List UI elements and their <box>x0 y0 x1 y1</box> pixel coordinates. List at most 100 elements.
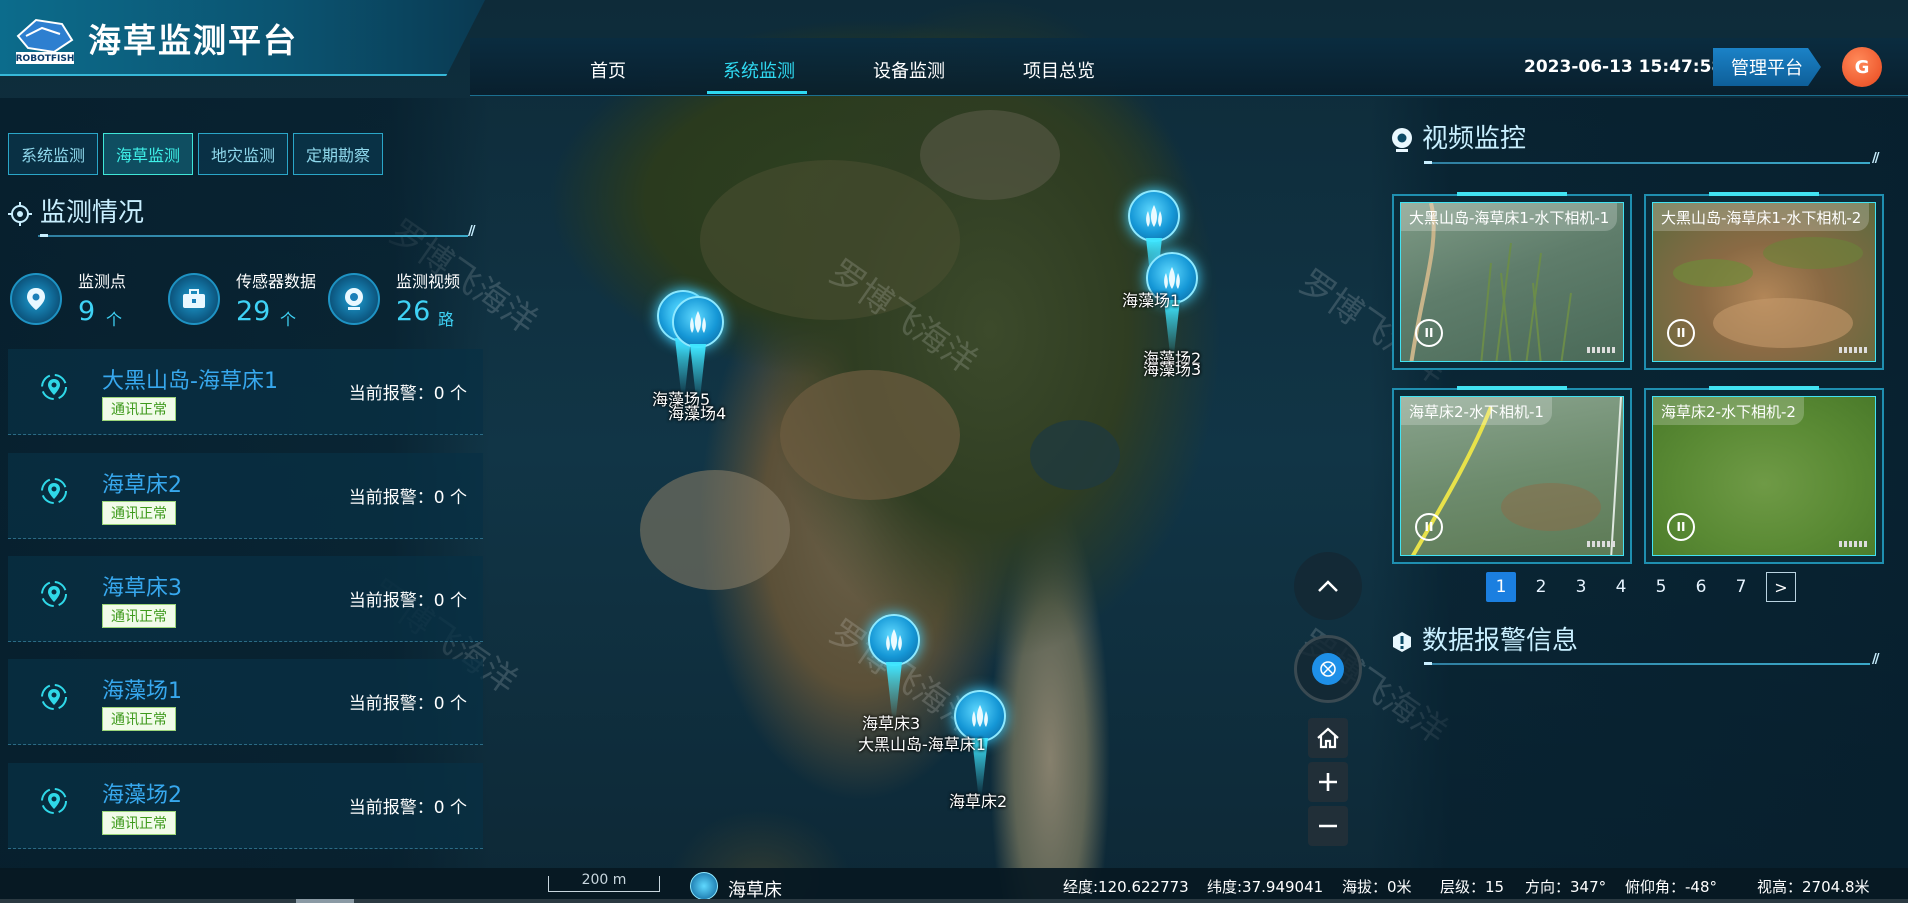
page-button-7[interactable]: 7 <box>1726 572 1756 602</box>
map-terrain <box>920 110 1060 200</box>
nav-project-overview[interactable]: 项目总览 <box>1023 57 1095 83</box>
card-tab-decor <box>1457 386 1567 390</box>
page-button-2[interactable]: 2 <box>1526 572 1556 602</box>
video-timeline <box>1839 347 1869 353</box>
site-alarm-count: 当前报警：0 个 <box>348 694 467 714</box>
admin-platform-button[interactable]: 管理平台 <box>1713 48 1821 86</box>
location-target-icon <box>41 581 67 607</box>
zoom-in-button[interactable] <box>1308 762 1348 802</box>
status-badge: 通讯正常 <box>102 811 176 835</box>
site-name: 海草床3 <box>102 576 182 601</box>
tab-system-monitor[interactable]: 系统监测 <box>8 133 98 175</box>
page-button-6[interactable]: 6 <box>1686 572 1716 602</box>
compass-button[interactable] <box>1294 635 1362 703</box>
card-tab-decor <box>1709 386 1819 390</box>
section-slash-decor: // <box>1872 151 1879 166</box>
location-pin-icon <box>10 273 62 325</box>
video-frame: 大黑山岛-海草床1-水下相机-2 II <box>1652 202 1876 362</box>
pitch-readout: 俯仰角：-48° <box>1625 878 1717 896</box>
section-dot <box>1424 161 1432 164</box>
home-button[interactable] <box>1308 718 1348 758</box>
site-row-seaweed-1[interactable]: 海藻场1 通讯正常 当前报警：0 个 <box>8 659 483 745</box>
site-row-seaweed-2[interactable]: 海藻场2 通讯正常 当前报警：0 个 <box>8 763 483 849</box>
nav-active-indicator <box>707 91 807 94</box>
longitude-readout: 经度:120.622773 <box>1063 878 1189 896</box>
video-timeline <box>1839 541 1869 547</box>
nav-device-monitor[interactable]: 设备监测 <box>873 57 945 83</box>
zoom-out-button[interactable] <box>1308 806 1348 846</box>
seaweed-icon <box>672 296 724 348</box>
stat-label: 传感器数据 <box>236 272 317 291</box>
camera-icon <box>1392 128 1412 152</box>
status-badge: 通讯正常 <box>102 707 176 731</box>
section-divider <box>1424 663 1870 665</box>
section-divider <box>38 235 468 237</box>
stat-label: 监测视频 <box>396 272 461 291</box>
video-card[interactable]: 海草床2-水下相机-2 II <box>1644 386 1884 564</box>
site-name: 大黑山岛-海草床1 <box>102 369 278 394</box>
scale-label: 200 m <box>581 872 627 888</box>
nav-home[interactable]: 首页 <box>590 57 626 83</box>
site-alarm-count: 当前报警：0 个 <box>348 591 467 611</box>
card-tab-decor <box>1709 192 1819 196</box>
page-button-1[interactable]: 1 <box>1486 572 1516 602</box>
section-dot <box>1424 662 1432 665</box>
site-alarm-count: 当前报警：0 个 <box>348 798 467 818</box>
horizontal-scrollbar[interactable] <box>0 899 1908 903</box>
scrollbar-thumb[interactable] <box>296 899 354 903</box>
tilt-up-button[interactable] <box>1294 552 1362 620</box>
robotfish-logo: ROBOTFISH <box>14 14 76 64</box>
tab-periodic-survey[interactable]: 定期勘察 <box>293 133 383 175</box>
tab-seagrass-monitor[interactable]: 海草监测 <box>103 133 193 175</box>
camera-icon <box>328 273 380 325</box>
section-title-monitor-status: 监测情况 <box>40 198 145 228</box>
level-readout: 层级：15 <box>1440 878 1505 896</box>
page-button-3[interactable]: 3 <box>1566 572 1596 602</box>
page-button-4[interactable]: 4 <box>1606 572 1636 602</box>
tab-geohazard-monitor[interactable]: 地灾监测 <box>198 133 288 175</box>
map-label: 海草床2 <box>949 792 1008 811</box>
alert-icon <box>1393 632 1411 652</box>
map-label: 海藻场4 <box>668 404 727 423</box>
seaweed-icon <box>868 614 920 666</box>
minus-icon <box>1319 824 1337 828</box>
site-name: 海草床2 <box>102 473 182 498</box>
section-slash-decor: // <box>468 224 475 239</box>
site-row-seagrass-2[interactable]: 海草床2 通讯正常 当前报警：0 个 <box>8 453 483 539</box>
location-target-icon <box>41 788 67 814</box>
map-terrain <box>640 470 790 590</box>
home-icon <box>1317 727 1339 749</box>
video-card[interactable]: 大黑山岛-海草床1-水下相机-2 II <box>1644 192 1884 370</box>
section-title-data-alarm: 数据报警信息 <box>1422 626 1579 656</box>
page-button-5[interactable]: 5 <box>1646 572 1676 602</box>
site-name: 海藻场2 <box>102 783 182 808</box>
site-alarm-count: 当前报警：0 个 <box>348 488 467 508</box>
nav-system-monitor[interactable]: 系统监测 <box>723 57 795 83</box>
toolbox-icon <box>168 273 220 325</box>
pause-icon[interactable]: II <box>1415 319 1443 347</box>
datetime-display: 2023-06-13 15:47:58 <box>1524 57 1724 77</box>
card-tab-decor <box>1457 192 1567 196</box>
map-label: 海藻场1 <box>1122 291 1181 310</box>
section-divider <box>1424 162 1870 164</box>
video-caption: 海草床2-水下相机-2 <box>1653 397 1804 425</box>
altitude-readout: 海拔：0米 <box>1342 878 1412 896</box>
chevron-up-icon <box>1318 580 1338 592</box>
map-label: 大黑山岛-海草床1 <box>858 735 986 754</box>
video-caption: 大黑山岛-海草床1-水下相机-1 <box>1401 203 1618 231</box>
location-target-icon <box>41 374 67 400</box>
map-marker-seagrass-3[interactable] <box>868 614 920 724</box>
site-row-seagrass-3[interactable]: 海草床3 通讯正常 当前报警：0 个 <box>8 556 483 642</box>
header: ROBOTFISH 海草监测平台 首页 系统监测 设备监测 项目总览 2023-… <box>0 0 1908 98</box>
stat-value: 9 <box>78 296 96 327</box>
compass-icon <box>1312 653 1344 685</box>
next-page-button[interactable]: > <box>1766 572 1796 602</box>
pause-icon[interactable]: II <box>1415 513 1443 541</box>
site-row-seagrass-1[interactable]: 大黑山岛-海草床1 通讯正常 当前报警：0 个 <box>8 349 483 435</box>
pause-icon[interactable]: II <box>1667 319 1695 347</box>
video-frame: 大黑山岛-海草床1-水下相机-1 II <box>1400 202 1624 362</box>
video-card[interactable]: 海草床2-水下相机-1 II <box>1392 386 1632 564</box>
user-avatar[interactable]: G <box>1842 47 1882 87</box>
video-card[interactable]: 大黑山岛-海草床1-水下相机-1 II <box>1392 192 1632 370</box>
pause-icon[interactable]: II <box>1667 513 1695 541</box>
